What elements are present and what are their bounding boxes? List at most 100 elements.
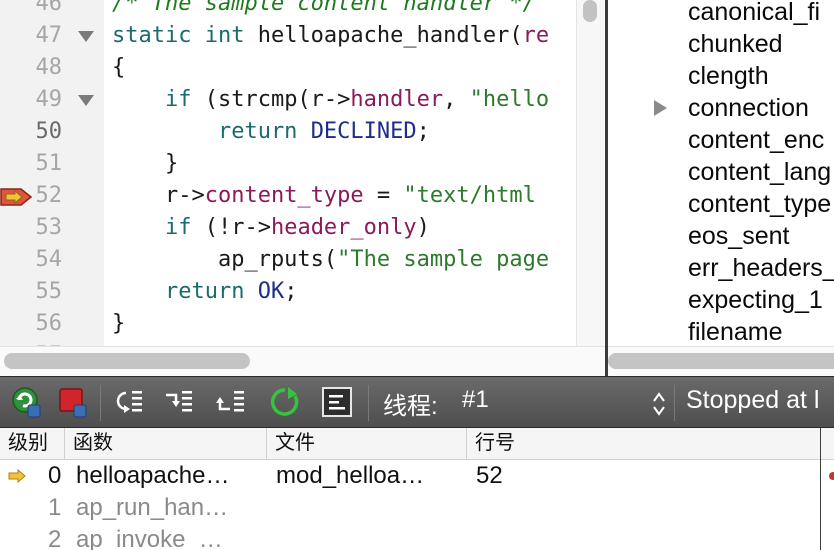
- code-token: "text/html: [403, 183, 536, 208]
- code-line[interactable]: 54 ap_rputs("The sample page: [0, 244, 605, 276]
- variable-item[interactable]: err_headers_: [688, 252, 834, 284]
- line-number[interactable]: 53: [0, 212, 63, 244]
- code-line[interactable]: 56}: [0, 308, 605, 340]
- step-into-icon[interactable]: [162, 385, 196, 419]
- code-line[interactable]: 50 return DECLINED;: [0, 116, 605, 148]
- code-text[interactable]: }: [112, 308, 125, 340]
- code-token: return: [112, 119, 311, 144]
- breakpoint-marker-icon: [829, 472, 834, 480]
- code-token: ap_rputs(: [112, 247, 338, 272]
- code-text[interactable]: return OK;: [112, 276, 297, 308]
- table-row[interactable]: 2 ap_invoke_…: [0, 524, 820, 550]
- line-number[interactable]: 49: [0, 84, 63, 116]
- code-line[interactable]: 46 /* The sample content handler */: [0, 0, 605, 20]
- column-header-line[interactable]: 行号: [466, 428, 820, 460]
- code-token: {: [112, 55, 126, 80]
- line-number[interactable]: 47: [0, 20, 63, 52]
- code-token: if: [112, 215, 205, 240]
- code-line[interactable]: 53 if (!r->header_only): [0, 212, 605, 244]
- step-out-icon[interactable]: [214, 385, 248, 419]
- variable-item[interactable]: canonical_fi: [688, 0, 820, 28]
- code-text[interactable]: r->content_type = "text/html: [112, 180, 536, 212]
- cell-function: ap_run_han…: [76, 494, 229, 521]
- variables-pane[interactable]: canonical_fi chunked clength connection cont…: [608, 0, 834, 376]
- code-token: }: [112, 311, 126, 336]
- variable-item[interactable]: chunked: [688, 28, 783, 60]
- code-token: ,: [443, 87, 470, 112]
- code-line[interactable]: 49 if (strcmp(r->handler, "hello: [0, 84, 605, 116]
- variable-item[interactable]: connection: [688, 92, 809, 124]
- breakpoint-current-icon[interactable]: [0, 185, 34, 209]
- line-number[interactable]: 46: [0, 0, 63, 20]
- column-header-level[interactable]: 级别: [0, 428, 64, 460]
- code-line[interactable]: 52 r->content_type = "text/html: [0, 180, 605, 212]
- code-token: header_only: [270, 215, 417, 240]
- code-line[interactable]: 51 }: [0, 148, 605, 180]
- cell-level: 1: [48, 494, 62, 521]
- code-text[interactable]: }: [112, 148, 178, 180]
- current-frame-arrow-icon: [8, 469, 26, 483]
- code-line[interactable]: 48 {: [0, 52, 605, 84]
- code-text[interactable]: return DECLINED;: [112, 116, 430, 148]
- code-token: "The sample page: [337, 247, 550, 272]
- code-token: if: [112, 87, 205, 112]
- step-over-icon[interactable]: [112, 385, 146, 419]
- code-line[interactable]: 47 static int helloapache_handler(re: [0, 20, 605, 52]
- console-icon[interactable]: [320, 385, 354, 419]
- code-token: handler: [350, 87, 444, 112]
- table-row[interactable]: 0 helloapache… mod_helloa… 52: [0, 460, 820, 492]
- variable-item[interactable]: clength: [688, 60, 769, 92]
- code-token: OK: [257, 279, 285, 304]
- editor-vertical-scrollbar[interactable]: [576, 0, 604, 346]
- code-token: (!r->: [204, 215, 271, 240]
- code-text[interactable]: ap_rputs("The sample page: [112, 244, 549, 276]
- variable-item[interactable]: expecting_1: [688, 284, 823, 316]
- code-token: r->: [112, 183, 205, 208]
- line-number[interactable]: 54: [0, 244, 63, 276]
- variable-item[interactable]: filename: [688, 316, 783, 348]
- code-token: "hello: [469, 87, 550, 112]
- variable-item[interactable]: eos_sent: [688, 220, 789, 252]
- call-stack-table[interactable]: 级别 函数 文件 行号 0 helloapache… mod_helloa… 52 1 a…: [0, 428, 820, 550]
- line-number[interactable]: 55: [0, 276, 63, 308]
- thread-stepper-icon[interactable]: [652, 391, 666, 417]
- code-token: ;: [416, 119, 430, 144]
- code-text[interactable]: {: [112, 52, 125, 84]
- continue-icon[interactable]: [10, 385, 44, 419]
- call-stack-header: 级别 函数 文件 行号: [0, 428, 820, 460]
- code-text[interactable]: if (!r->header_only): [112, 212, 430, 244]
- line-number[interactable]: 48: [0, 52, 63, 84]
- variable-item[interactable]: content_lang: [688, 156, 831, 188]
- column-header-function[interactable]: 函数: [64, 428, 266, 460]
- code-token: ;: [284, 279, 298, 304]
- code-token: content_type: [204, 183, 364, 208]
- thread-selector[interactable]: #1: [462, 386, 489, 414]
- fold-disclosure-icon[interactable]: [78, 95, 94, 106]
- editor-horizontal-scroll-thumb[interactable]: [4, 353, 250, 369]
- variable-item[interactable]: content_enc: [688, 124, 824, 156]
- variable-item[interactable]: content_type: [688, 188, 831, 220]
- line-number[interactable]: 51: [0, 148, 63, 180]
- code-line[interactable]: 55 return OK;: [0, 276, 605, 308]
- cell-function: ap_invoke_…: [76, 526, 223, 550]
- code-text[interactable]: /* The sample content handler */: [112, 0, 536, 20]
- line-number[interactable]: 56: [0, 308, 63, 340]
- cell-level: 2: [48, 526, 62, 550]
- debug-status: Stopped at l: [686, 386, 820, 414]
- code-text[interactable]: if (strcmp(r->handler, "hello: [112, 84, 549, 116]
- editor-vertical-scroll-thumb[interactable]: [583, 0, 597, 22]
- cell-file: mod_helloa…: [276, 462, 425, 489]
- code-token: helloapache_handler(: [257, 23, 523, 48]
- column-header-file[interactable]: 文件: [266, 428, 466, 460]
- line-number[interactable]: 50: [0, 116, 63, 148]
- variables-horizontal-scroll-thumb[interactable]: [608, 353, 834, 369]
- debug-toolbar: 线程: #1 Stopped at l: [0, 376, 834, 428]
- stop-icon[interactable]: [56, 385, 90, 419]
- code-text[interactable]: static int helloapache_handler(re: [112, 20, 549, 52]
- restart-icon[interactable]: [268, 385, 302, 419]
- fold-disclosure-icon[interactable]: [78, 31, 94, 42]
- expand-triangle-icon[interactable]: [654, 100, 667, 116]
- side-panel-edge: [820, 428, 834, 550]
- table-row[interactable]: 1 ap_run_han…: [0, 492, 820, 524]
- code-editor[interactable]: 46 /* The sample content handler */ 47 stat…: [0, 0, 605, 376]
